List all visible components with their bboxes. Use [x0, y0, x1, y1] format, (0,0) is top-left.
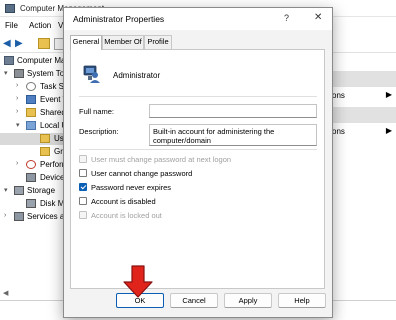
- tree-label: Device: [40, 173, 65, 182]
- clock-icon: [26, 82, 36, 91]
- users-icon: [26, 121, 36, 130]
- full-name-label: Full name:: [79, 107, 115, 116]
- services-icon: [14, 212, 24, 221]
- tree-label: Gr: [54, 147, 63, 156]
- checkbox-label: Account is locked out: [91, 211, 162, 220]
- expand-icon[interactable]: ›: [4, 212, 6, 219]
- menu-file[interactable]: File: [5, 21, 18, 30]
- expand-icon[interactable]: ›: [16, 95, 18, 102]
- tree-label: Disk M: [40, 199, 65, 208]
- cancel-button[interactable]: Cancel: [170, 293, 218, 308]
- actions-row-more[interactable]: ons ▶: [330, 87, 396, 103]
- checkbox-label: User must change password at next logon: [91, 155, 232, 164]
- checkbox-box[interactable]: [79, 155, 87, 163]
- administrator-properties-dialog: Administrator Properties ? ✕ General Mem…: [63, 7, 333, 318]
- tree-label: Shared: [40, 108, 66, 117]
- folder-icon[interactable]: [38, 38, 50, 49]
- event-icon: [26, 95, 36, 104]
- console-tree: Computer Ma ▾ System To › Task Sc › Even…: [0, 55, 70, 285]
- share-icon: [26, 108, 36, 117]
- storage-icon: [14, 186, 24, 195]
- apply-button[interactable]: Apply: [224, 293, 272, 308]
- close-icon[interactable]: ✕: [314, 12, 322, 23]
- back-arrow-icon[interactable]: ◀: [3, 39, 13, 49]
- actions-header: [330, 71, 396, 87]
- expand-icon[interactable]: ›: [16, 160, 18, 167]
- folder-icon: [40, 134, 50, 143]
- device-icon: [26, 173, 36, 182]
- actions-pane: ons ▶ ons ▶: [330, 55, 396, 285]
- help-button[interactable]: Help: [278, 293, 326, 308]
- forward-arrow-icon[interactable]: ▶: [15, 39, 25, 49]
- actions-header: [330, 107, 396, 123]
- user-icon: [83, 65, 100, 83]
- actions-row-more[interactable]: ons ▶: [330, 123, 396, 139]
- tab-profile[interactable]: Profile: [144, 35, 172, 49]
- checkbox-label: User cannot change password: [91, 169, 193, 178]
- checkbox-box[interactable]: [79, 197, 87, 205]
- checkbox-label: Password never expires: [91, 183, 172, 192]
- description-label: Description:: [79, 127, 119, 136]
- checkbox-box[interactable]: [79, 183, 87, 191]
- tree-label: Services a: [27, 212, 65, 221]
- actions-label: ons: [332, 91, 345, 100]
- tab-member-of[interactable]: Member Of: [102, 35, 144, 49]
- expand-icon[interactable]: ▾: [4, 186, 8, 194]
- expand-icon[interactable]: ▾: [4, 69, 8, 77]
- computer-management-icon: [5, 4, 15, 13]
- checkbox-box[interactable]: [79, 169, 87, 177]
- tools-icon: [14, 69, 24, 78]
- tree-label: Computer Ma: [17, 56, 66, 65]
- separator: [79, 149, 317, 150]
- chevron-right-icon: ▶: [385, 126, 392, 135]
- actions-label: ons: [332, 127, 345, 136]
- tree-item-users[interactable]: Us: [0, 133, 70, 145]
- menu-action[interactable]: Action: [29, 21, 51, 30]
- computer-icon: [4, 56, 14, 65]
- tree-label: Storage: [27, 186, 56, 195]
- checkbox-box[interactable]: [79, 211, 87, 219]
- expand-icon[interactable]: ›: [16, 82, 18, 89]
- general-panel: Administrator Full name: Description: Bu…: [70, 49, 325, 289]
- tab-general[interactable]: General: [70, 35, 102, 50]
- chevron-right-icon: ▶: [385, 90, 392, 99]
- separator: [79, 96, 317, 97]
- full-name-field[interactable]: [149, 104, 317, 118]
- disk-icon: [26, 199, 36, 208]
- horizontal-scrollbar[interactable]: ◀: [0, 289, 70, 299]
- checkbox-label: Account is disabled: [91, 197, 156, 206]
- help-icon[interactable]: ?: [284, 13, 289, 23]
- folder-icon: [40, 147, 50, 156]
- perf-icon: [26, 160, 36, 169]
- scroll-left-icon[interactable]: ◀: [3, 289, 8, 297]
- user-name: Administrator: [113, 71, 161, 80]
- description-field[interactable]: Built-in account for administering the c…: [149, 124, 317, 146]
- expand-icon[interactable]: ›: [16, 108, 18, 115]
- expand-icon[interactable]: ▾: [16, 121, 20, 129]
- tree-label: System To: [27, 69, 65, 78]
- dialog-title-bar: Administrator Properties ? ✕: [64, 8, 332, 30]
- dialog-title: Administrator Properties: [73, 14, 165, 24]
- red-arrow-icon: [123, 265, 153, 298]
